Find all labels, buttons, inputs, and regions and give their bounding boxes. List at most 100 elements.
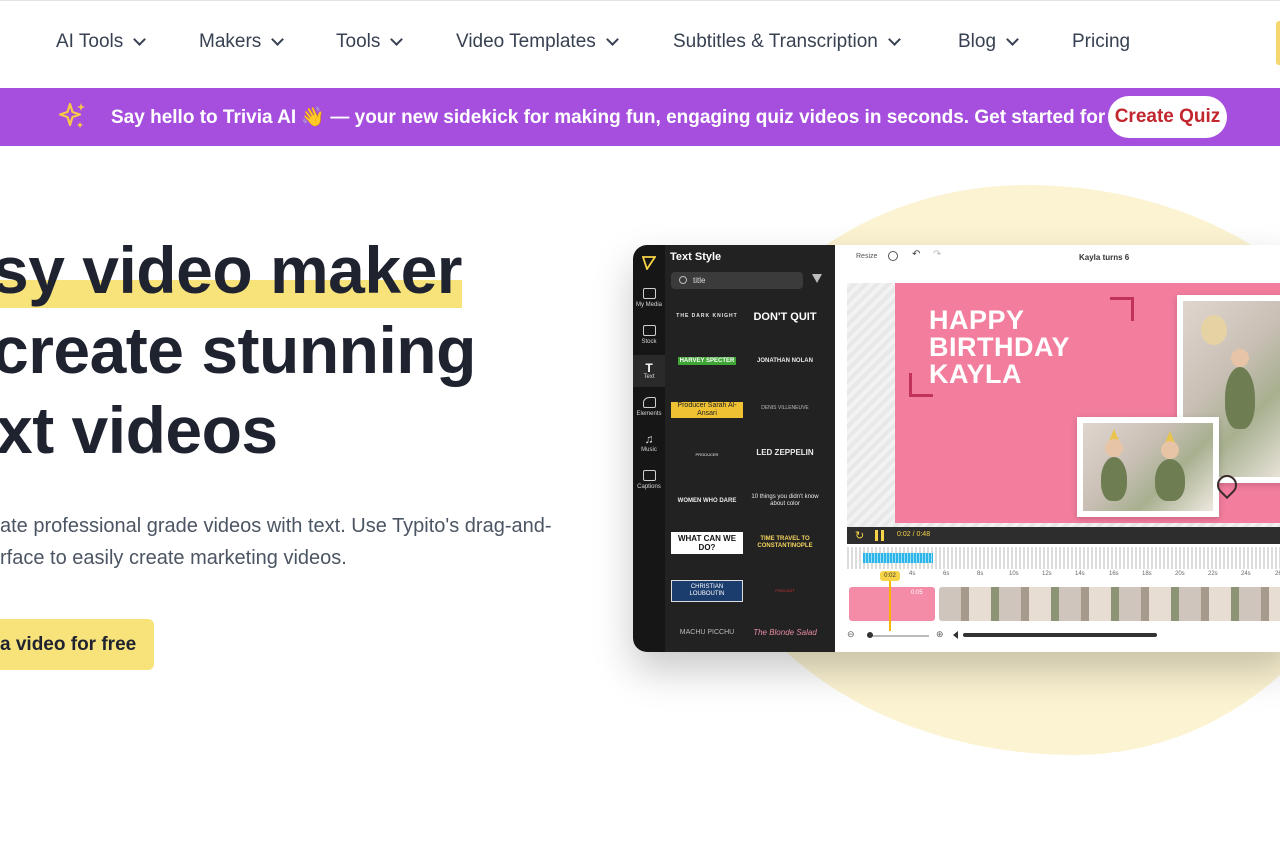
- hero-description-line-1: ate professional grade videos with text.…: [0, 515, 552, 537]
- text-style-search[interactable]: title: [671, 272, 803, 289]
- editor-sidebar-rail: My Media Stock T Text Elements ♫ Music Cap…: [633, 245, 665, 652]
- search-value: title: [693, 276, 706, 285]
- text-style-tile[interactable]: WHAT CAN WE DO?: [671, 525, 743, 561]
- nav-label: Pricing: [1072, 31, 1131, 52]
- ruler-tick: 22s: [1208, 571, 1218, 577]
- nav-item-tools[interactable]: Tools: [336, 31, 404, 53]
- nav-label: Blog: [958, 31, 997, 52]
- rail-label: Elements: [636, 411, 662, 417]
- frame-corner: [909, 373, 933, 397]
- panel-title: Text Style: [670, 251, 722, 263]
- rail-label: My Media: [635, 302, 662, 308]
- search-icon: [679, 276, 687, 284]
- ruler-tick: 10s: [1009, 571, 1019, 577]
- text-style-tile[interactable]: PODCAST: [749, 573, 821, 609]
- balloon-shape: [1201, 315, 1227, 345]
- chevron-down-icon: [133, 33, 147, 46]
- zoom-slider[interactable]: [867, 635, 929, 637]
- child-figure: [1101, 457, 1127, 501]
- video-canvas[interactable]: HAPPY BIRTHDAY KAYLA: [847, 283, 1280, 527]
- zoom-slider-handle[interactable]: [867, 632, 873, 638]
- rail-item-stock[interactable]: Stock: [633, 325, 665, 345]
- child-head: [1105, 439, 1123, 457]
- rail-item-captions[interactable]: Captions: [633, 470, 665, 490]
- nav-label: Subtitles & Transcription: [673, 31, 878, 52]
- text-style-tile[interactable]: LED ZEPPELIN: [749, 435, 821, 471]
- editor-workspace: Resize ↶ ↷ Kayla turns 6 HAPPY BIRTHDAY …: [835, 245, 1280, 652]
- nav-item-blog[interactable]: Blog: [958, 31, 1019, 53]
- text-style-tile[interactable]: TIME TRAVEL TO CONSTANTINOPLE: [749, 525, 821, 561]
- text-style-tile[interactable]: DON'T QUIT: [749, 299, 821, 335]
- text-style-tile[interactable]: Producer Sarah Al-Ansari: [671, 389, 743, 431]
- tile-text: HARVEY SPECTER: [677, 356, 737, 366]
- text-style-tile[interactable]: THE DARK KNIGHT: [671, 299, 743, 335]
- top-navigation: AI Tools Makers Tools Video Templates Su…: [0, 0, 1280, 87]
- replay-icon[interactable]: ↻: [855, 529, 864, 542]
- typito-logo-icon: [642, 256, 656, 270]
- hero-headline-line-2: create stunning: [0, 313, 476, 387]
- timeline: ↻ 0:02 / 0:48 4s 6s 8s 10s 12s 14s 16s 1…: [847, 527, 1280, 652]
- filter-icon[interactable]: [812, 274, 822, 283]
- gear-icon[interactable]: [888, 251, 898, 261]
- folder-icon: [642, 288, 656, 299]
- hero-headline-line-3: xt videos: [0, 393, 278, 467]
- scroll-left-icon[interactable]: [953, 631, 958, 639]
- playhead[interactable]: [889, 581, 891, 631]
- playhead-label[interactable]: 0:02: [880, 571, 900, 581]
- rail-item-text[interactable]: T Text: [633, 355, 665, 387]
- text-style-tile[interactable]: 10 things you didn't know about color: [749, 483, 821, 519]
- rail-item-elements[interactable]: Elements: [633, 397, 665, 417]
- tile-text: DON'T QUIT: [753, 310, 817, 323]
- text-style-tile[interactable]: The Blonde Salad: [749, 615, 821, 651]
- redo-icon[interactable]: ↷: [933, 249, 941, 260]
- zoom-out-icon[interactable]: ⊖: [847, 629, 855, 640]
- photo-clips-track[interactable]: [939, 587, 1280, 621]
- text-style-tile[interactable]: WOMEN WHO DARE: [671, 483, 743, 519]
- nav-item-makers[interactable]: Makers: [199, 31, 285, 53]
- text-style-tile[interactable]: HARVEY SPECTER: [671, 343, 743, 379]
- nav-label: Video Templates: [456, 31, 596, 52]
- timeline-scrollbar[interactable]: [963, 633, 1157, 637]
- editor-toolbar: Resize ↶ ↷ Kayla turns 6: [835, 245, 1280, 271]
- tile-text: WHAT CAN WE DO?: [671, 531, 743, 555]
- project-title[interactable]: Kayla turns 6: [1079, 253, 1129, 262]
- child-head: [1161, 441, 1179, 459]
- text-style-tile[interactable]: PRODUCER: [671, 437, 743, 473]
- rail-item-music[interactable]: ♫ Music: [633, 433, 665, 453]
- ruler-tick: 14s: [1075, 571, 1085, 577]
- nav-item-video-templates[interactable]: Video Templates: [456, 31, 619, 53]
- text-style-tile[interactable]: JONATHAN NOLAN: [749, 343, 821, 379]
- text-style-tile[interactable]: CHRISTIAN LOUBOUTIN: [671, 573, 743, 609]
- text-style-panel: Text Style title THE DARK KNIGHT DON'T Q…: [665, 245, 835, 652]
- child-head: [1231, 349, 1249, 367]
- ruler-tick: 20s: [1175, 571, 1185, 577]
- pause-icon[interactable]: [875, 530, 884, 541]
- child-figure: [1225, 367, 1255, 429]
- text-style-tile[interactable]: MACHU PICCHU: [671, 615, 743, 651]
- resize-button[interactable]: Resize: [856, 253, 877, 260]
- nav-item-ai-tools[interactable]: AI Tools: [56, 31, 147, 53]
- chevron-down-icon: [390, 33, 404, 46]
- text-style-tile[interactable]: DENIS VILLENEUVE: [749, 391, 821, 427]
- ruler-tick: 12s: [1042, 571, 1052, 577]
- nav-item-pricing[interactable]: Pricing: [1072, 31, 1130, 53]
- rail-label: Captions: [637, 484, 661, 490]
- frame-corner: [1110, 297, 1134, 321]
- hero-headline-line-1: sy video maker: [0, 233, 462, 307]
- nav-label: Tools: [336, 31, 381, 52]
- captions-icon: [642, 470, 656, 481]
- rail-item-my-media[interactable]: My Media: [633, 288, 665, 308]
- nav-item-subtitles-transcription[interactable]: Subtitles & Transcription: [673, 31, 901, 53]
- ruler-tick: 16s: [1109, 571, 1119, 577]
- rail-label: Music: [641, 447, 657, 453]
- tile-text: CHRISTIAN LOUBOUTIN: [671, 580, 743, 602]
- create-quiz-button[interactable]: Create Quiz: [1108, 96, 1227, 138]
- zoom-in-icon[interactable]: ⊕: [936, 629, 944, 640]
- birthday-title: HAPPY BIRTHDAY KAYLA: [929, 305, 1070, 389]
- birthday-photo: [1083, 423, 1213, 511]
- create-video-button[interactable]: a video for free: [0, 619, 154, 670]
- nav-button-edge[interactable]: [1276, 21, 1280, 65]
- birthday-slide: HAPPY BIRTHDAY KAYLA: [895, 283, 1280, 523]
- hero-description: ate professional grade videos with text.…: [0, 510, 552, 574]
- undo-icon[interactable]: ↶: [912, 249, 920, 260]
